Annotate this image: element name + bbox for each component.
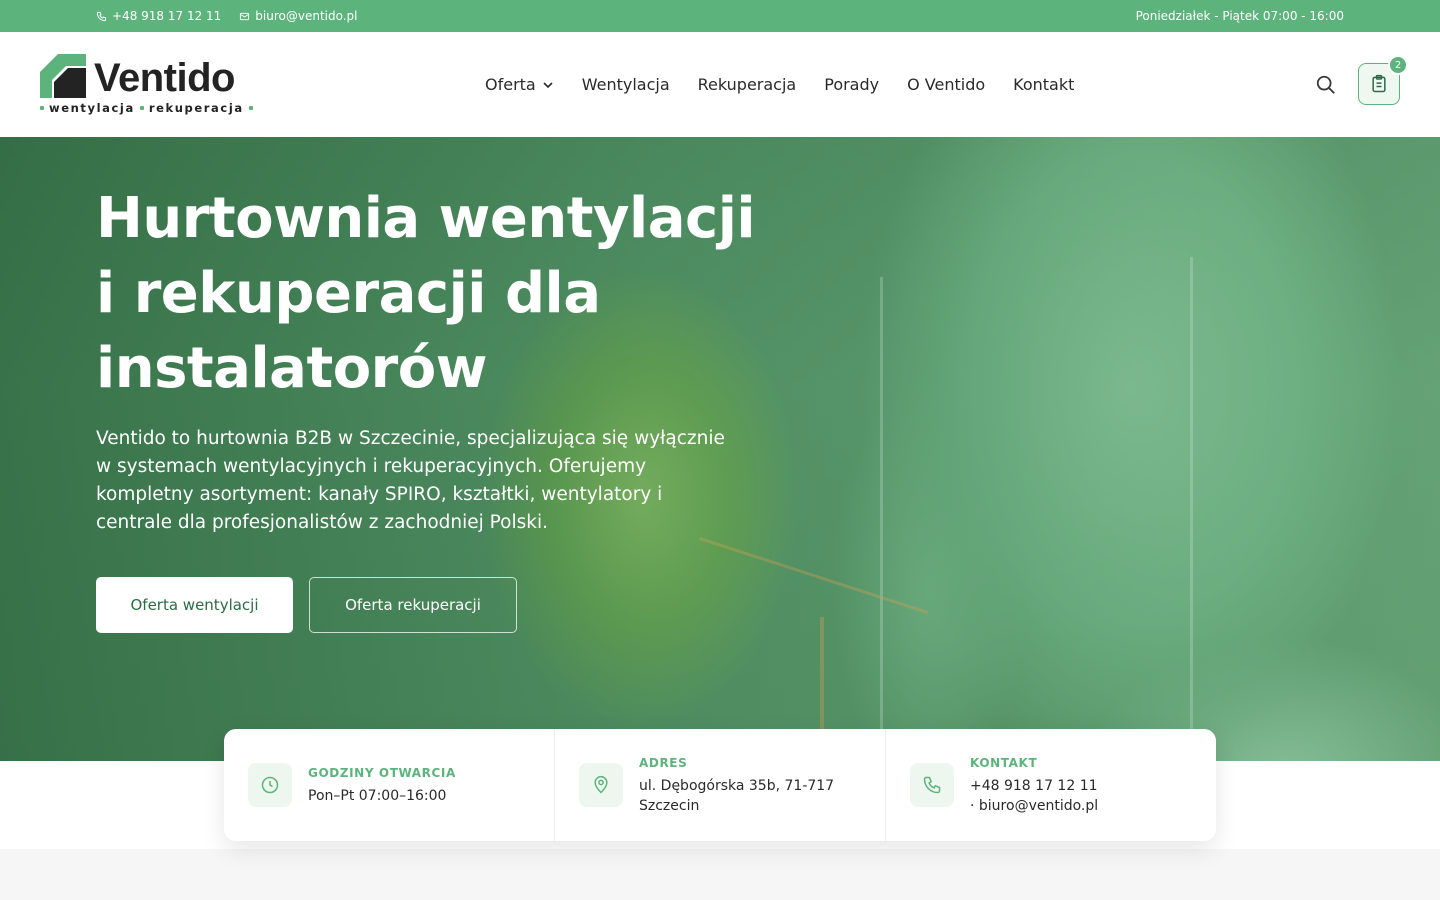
info-label: ADRES — [639, 756, 688, 770]
top-bar-phone[interactable]: +48 918 17 12 11 — [96, 9, 221, 23]
hero-title-line: i rekuperacji dla — [96, 261, 601, 326]
hero-section: Hurtownia wentylacji i rekuperacji dla i… — [0, 137, 1440, 761]
hero-description-line: w systemach wentylacyjnych i rekuperacyj… — [96, 456, 647, 477]
logo[interactable]: Ventido wentylacja rekuperacja — [40, 52, 253, 118]
logo-dot — [40, 106, 44, 110]
hero-title-line: instalatorów — [96, 336, 488, 401]
logo-tagline: wentylacja rekuperacja — [40, 101, 253, 115]
cart-count-badge: 2 — [1388, 55, 1408, 75]
logo-mark-icon — [40, 54, 86, 98]
top-bar: +48 918 17 12 11 biuro@ventido.pl Ponied… — [0, 0, 1440, 32]
next-section — [0, 849, 1440, 900]
search-button[interactable] — [1312, 72, 1340, 98]
nav-item-o-ventido[interactable]: O Ventido — [907, 75, 985, 94]
hero-photo-detail — [1190, 257, 1193, 757]
hero-description-line: centrale dla profesjonalistów z zachodni… — [96, 512, 548, 533]
mail-icon — [240, 12, 250, 20]
recuperation-offer-button[interactable]: Oferta rekuperacji — [309, 577, 517, 633]
top-bar-phone-text: +48 918 17 12 11 — [112, 9, 222, 23]
info-icon-box — [910, 763, 954, 807]
nav-item-label: Rekuperacja — [697, 75, 797, 94]
nav-item-oferta[interactable]: Oferta — [485, 75, 554, 94]
info-value[interactable]: +48 918 17 12 11 · biuro@ventido.pl — [970, 776, 1100, 816]
nav-item-label: Porady — [824, 75, 880, 94]
phone-icon — [96, 11, 107, 21]
nav-item-kontakt[interactable]: Kontakt — [1013, 75, 1074, 94]
info-value: Pon–Pt 07:00–16:00 — [308, 788, 447, 804]
logo-dot — [248, 106, 253, 110]
info-address: ADRES ul. Dębogórska 35b, 71-717 Szczeci… — [554, 729, 885, 841]
info-value: ul. Dębogórska 35b, 71-717 Szczecin — [639, 778, 835, 814]
cart-button[interactable]: 2 — [1358, 55, 1408, 105]
info-icon-box — [248, 763, 292, 807]
hero-description: Ventido to hurtownia B2B w Szczecinie, s… — [96, 425, 776, 537]
logo-wordmark: Ventido — [94, 56, 235, 100]
info-icon-box — [579, 763, 623, 807]
nav-item-wentylacja[interactable]: Wentylacja — [582, 75, 670, 94]
hero-description-line: Ventido to hurtownia B2B w Szczecinie, s… — [96, 428, 725, 449]
info-contact: KONTAKT +48 918 17 12 11 · biuro@ventido… — [885, 729, 1216, 841]
logo-dot — [139, 106, 144, 110]
nav-item-porady[interactable]: Porady — [824, 75, 879, 94]
clock-icon — [261, 776, 279, 794]
clipboard-icon — [1372, 74, 1386, 93]
nav-item-label: Oferta — [485, 75, 536, 94]
logo-tagline-1: wentylacja — [49, 101, 135, 115]
map-pin-icon — [594, 775, 608, 794]
ventilation-offer-button[interactable]: Oferta wentylacji — [96, 577, 293, 633]
nav-item-label: O Ventido — [907, 75, 986, 94]
hero-title: Hurtownia wentylacji i rekuperacji dla i… — [96, 181, 816, 406]
logo-tagline-2: rekuperacja — [148, 101, 244, 115]
main-nav: Oferta Wentylacja Rekuperacja Porady O V… — [485, 32, 1074, 137]
hero-photo-detail — [699, 537, 929, 615]
hero-description-line: kompletny asortyment: kanały SPIRO, kszt… — [96, 484, 663, 505]
nav-item-label: Wentylacja — [581, 75, 670, 94]
phone-icon — [923, 776, 941, 794]
info-label: GODZINY OTWARCIA — [308, 766, 456, 780]
search-icon — [1316, 75, 1335, 94]
nav-item-rekuperacja[interactable]: Rekuperacja — [698, 75, 797, 94]
hero-title-line: Hurtownia wentylacji — [96, 186, 756, 251]
nav-item-label: Kontakt — [1013, 75, 1075, 94]
info-label: KONTAKT — [970, 756, 1038, 770]
hero-photo-detail — [880, 277, 883, 757]
top-bar-contact: +48 918 17 12 11 biuro@ventido.pl — [96, 0, 358, 32]
top-bar-email[interactable]: biuro@ventido.pl — [239, 9, 358, 23]
chevron-down-icon — [543, 81, 553, 88]
top-bar-email-text: biuro@ventido.pl — [255, 9, 358, 23]
info-opening-hours: GODZINY OTWARCIA Pon–Pt 07:00–16:00 — [224, 729, 554, 841]
site-header: Ventido wentylacja rekuperacja Oferta We… — [0, 32, 1440, 137]
info-card: GODZINY OTWARCIA Pon–Pt 07:00–16:00 ADRE… — [224, 729, 1216, 841]
top-bar-hours: Poniedziałek - Piątek 07:00 - 16:00 — [1135, 9, 1344, 23]
